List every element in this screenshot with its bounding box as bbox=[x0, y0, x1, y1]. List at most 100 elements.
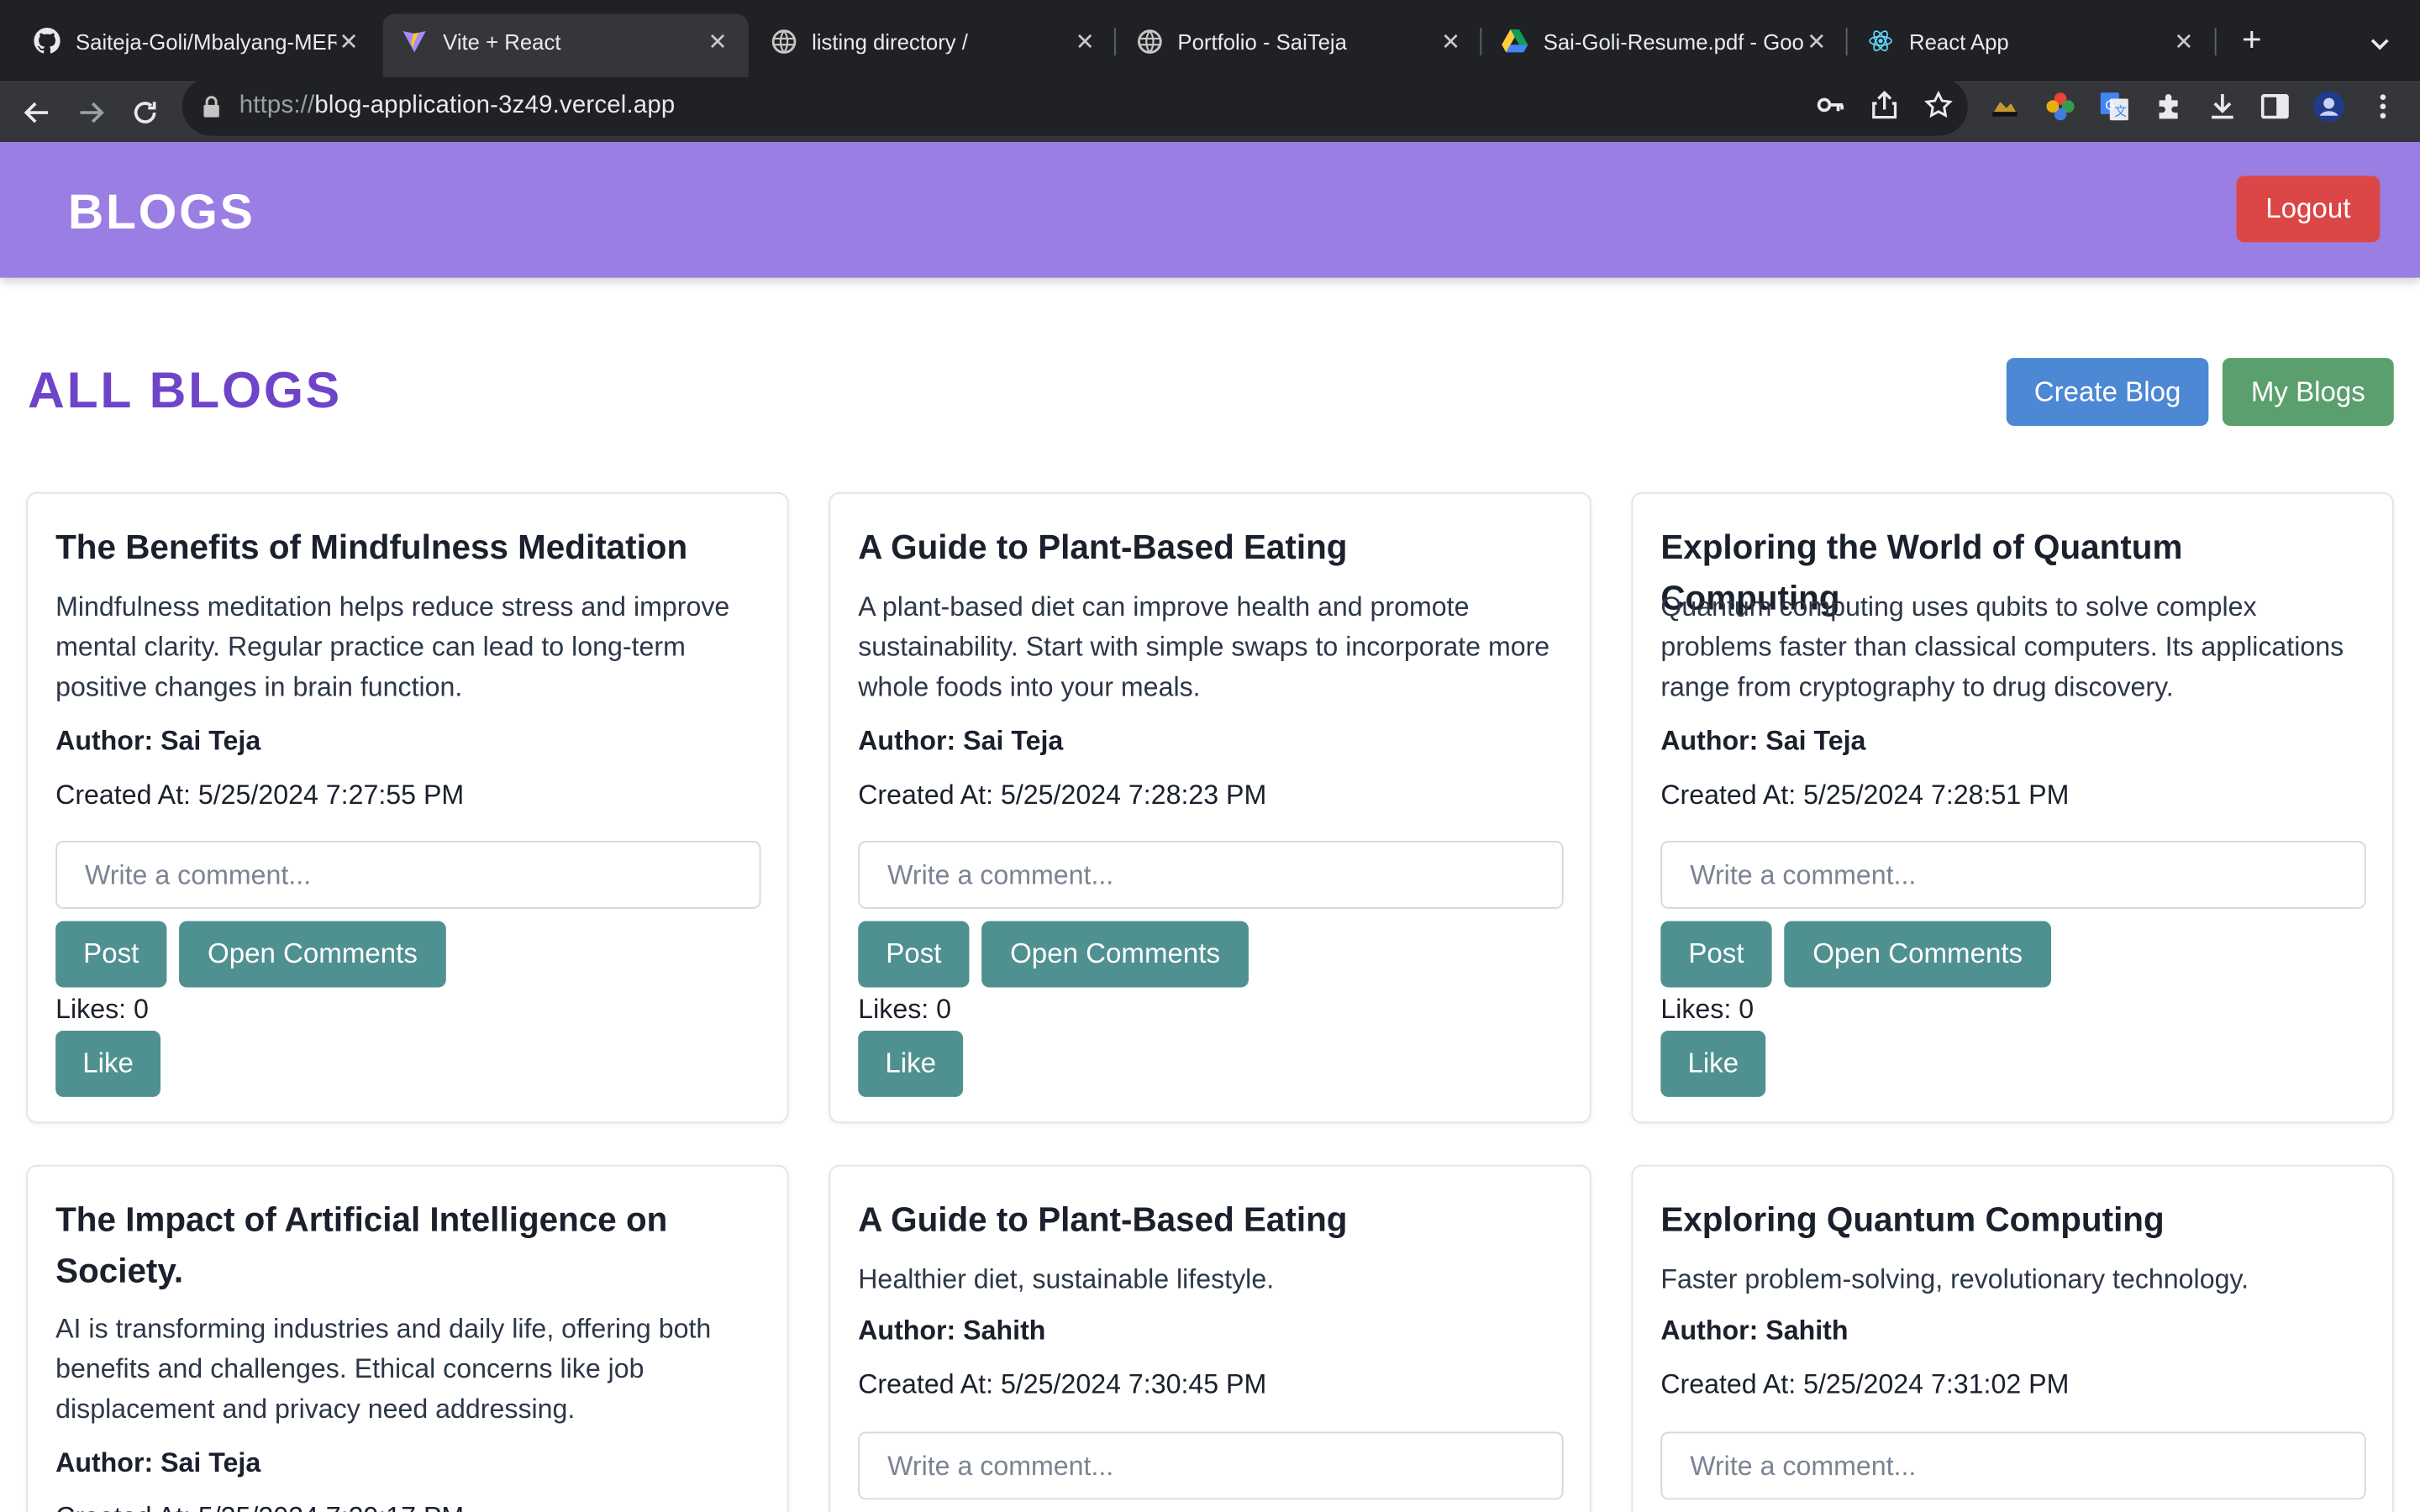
svg-text:G: G bbox=[2105, 98, 2114, 113]
tab-react-app[interactable]: React App ✕ bbox=[1849, 14, 2214, 68]
blog-content: Quantum computing uses qubits to solve c… bbox=[1660, 591, 2344, 702]
tab-title: React App bbox=[1909, 28, 2009, 54]
blog-title: The Impact of Artificial Intelligence on… bbox=[55, 1200, 668, 1290]
download-icon[interactable] bbox=[2206, 90, 2239, 123]
blog-created-at: Created At: 5/25/2024 7:31:02 PM bbox=[1660, 1368, 2070, 1399]
side-panel-icon[interactable] bbox=[2258, 90, 2291, 123]
comment-input[interactable] bbox=[1660, 841, 2366, 909]
comment-input[interactable] bbox=[1660, 1431, 2366, 1500]
brand-logo[interactable]: BLOGS bbox=[68, 184, 255, 241]
blog-content: A plant-based diet can improve health an… bbox=[858, 591, 1550, 702]
my-blogs-button[interactable]: My Blogs bbox=[2222, 358, 2394, 426]
like-button[interactable]: Like bbox=[55, 1030, 161, 1097]
blog-author: Author: Sahith bbox=[858, 1314, 1046, 1346]
blog-content: Mindfulness meditation helps reduce stre… bbox=[55, 591, 730, 702]
comment-input[interactable] bbox=[55, 841, 761, 909]
blog-created-at: Created At: 5/25/2024 7:30:45 PM bbox=[858, 1368, 1267, 1399]
blog-title: A Guide to Plant-Based Eating bbox=[858, 528, 1348, 567]
lock-icon[interactable] bbox=[201, 96, 223, 118]
post-comment-button[interactable]: Post bbox=[1660, 921, 1772, 988]
tab-vite-react[interactable]: Vite + React ✕ bbox=[382, 13, 749, 82]
back-arrow-icon[interactable] bbox=[20, 96, 54, 129]
blog-author: Author: Sai Teja bbox=[55, 725, 261, 756]
comment-input[interactable] bbox=[858, 841, 1564, 909]
url-scheme: https:// bbox=[239, 92, 315, 119]
extension-icon[interactable] bbox=[1988, 90, 2022, 123]
tab-listing-directory[interactable]: listing directory / ✕ bbox=[751, 14, 1115, 68]
new-tab-icon[interactable]: + bbox=[2233, 23, 2270, 60]
blog-content: AI is transforming industries and daily … bbox=[55, 1313, 712, 1425]
like-button[interactable]: Like bbox=[1660, 1030, 1766, 1097]
app-header: BLOGS Logout bbox=[0, 141, 2420, 278]
google-drive-icon bbox=[1502, 28, 1528, 54]
close-tab-icon[interactable]: ✕ bbox=[2171, 27, 2196, 55]
post-comment-button[interactable]: Post bbox=[858, 921, 970, 988]
close-tab-icon[interactable]: ✕ bbox=[1804, 27, 1828, 55]
likes-count: Likes: 0 bbox=[858, 993, 952, 1025]
vite-icon bbox=[402, 28, 428, 54]
tab-title: Sai-Goli-Resume.pdf - Google Drive bbox=[1543, 28, 1804, 54]
more-menu-icon[interactable] bbox=[2366, 90, 2400, 123]
create-blog-button[interactable]: Create Blog bbox=[2006, 358, 2209, 426]
blog-author: Author: Sahith bbox=[1660, 1314, 1849, 1346]
tab-separator bbox=[1480, 28, 1482, 56]
forward-arrow-icon[interactable] bbox=[74, 96, 108, 129]
tab-title: Vite + React bbox=[443, 28, 561, 54]
react-icon bbox=[1867, 28, 1893, 54]
page-title: ALL BLOGS bbox=[28, 360, 342, 418]
chevron-down-icon[interactable] bbox=[2363, 26, 2396, 60]
profile-avatar-icon[interactable] bbox=[2312, 90, 2345, 123]
tab-separator bbox=[2214, 28, 2217, 56]
likes-count: Likes: 0 bbox=[55, 993, 149, 1025]
blog-card: Exploring Quantum Computing Faster probl… bbox=[1631, 1164, 2394, 1512]
tab-portfolio[interactable]: Portfolio - SaiTeja ✕ bbox=[1118, 14, 1481, 68]
likes-count: Likes: 0 bbox=[1660, 993, 1754, 1025]
post-comment-button[interactable]: Post bbox=[55, 921, 167, 988]
open-comments-button[interactable]: Open Comments bbox=[179, 921, 446, 988]
url-host: blog-application-3z49.vercel.app bbox=[314, 92, 676, 119]
blog-content: Faster problem-solving, revolutionary te… bbox=[1660, 1263, 2249, 1295]
blog-created-at: Created At: 5/25/2024 7:28:23 PM bbox=[858, 779, 1267, 811]
tab-separator bbox=[1845, 28, 1848, 56]
google-translate-icon[interactable]: G文 bbox=[2097, 90, 2131, 123]
close-tab-icon[interactable]: ✕ bbox=[1073, 27, 1097, 55]
like-button[interactable]: Like bbox=[858, 1030, 964, 1097]
puzzle-extensions-icon[interactable] bbox=[2151, 90, 2185, 123]
open-comments-button[interactable]: Open Comments bbox=[1784, 921, 2052, 988]
blog-author: Author: Sai Teja bbox=[1660, 725, 1866, 756]
tab-github-repo[interactable]: Saiteja-Goli/Mbalyang-MERN ✕ bbox=[15, 14, 379, 68]
key-icon[interactable] bbox=[1815, 90, 1846, 121]
close-tab-icon[interactable]: ✕ bbox=[705, 27, 729, 55]
tab-resume-drive[interactable]: Sai-Goli-Resume.pdf - Google Drive ✕ bbox=[1483, 14, 1847, 68]
blog-title: The Benefits of Mindfulness Meditation bbox=[55, 528, 688, 567]
address-bar[interactable]: https://blog-application-3z49.vercel.app bbox=[182, 76, 1968, 136]
logout-button[interactable]: Logout bbox=[2236, 176, 2381, 243]
url-text: https://blog-application-3z49.vercel.app bbox=[239, 92, 676, 120]
color-picker-icon[interactable] bbox=[2044, 90, 2077, 123]
globe-icon bbox=[1136, 28, 1162, 54]
github-icon bbox=[34, 28, 60, 54]
blog-created-at: Created At: 5/25/2024 7:29:17 PM bbox=[55, 1501, 464, 1512]
close-tab-icon[interactable]: ✕ bbox=[1439, 27, 1463, 55]
blog-created-at: Created At: 5/25/2024 7:28:51 PM bbox=[1660, 779, 2070, 811]
screen: Saiteja-Goli/Mbalyang-MERN ✕ Vite + Reac… bbox=[0, 0, 2420, 1512]
comment-input[interactable] bbox=[858, 1431, 1564, 1500]
reload-icon[interactable] bbox=[128, 96, 161, 129]
open-comments-button[interactable]: Open Comments bbox=[981, 921, 1249, 988]
tab-title: Portfolio - SaiTeja bbox=[1177, 28, 1347, 54]
blog-card: A Guide to Plant-Based Eating Healthier … bbox=[829, 1164, 1591, 1512]
blog-card: A Guide to Plant-Based Eating A plant-ba… bbox=[829, 491, 1591, 1124]
blog-card: The Benefits of Mindfulness Meditation M… bbox=[26, 491, 789, 1124]
blog-card: Exploring the World of Quantum Computing… bbox=[1631, 491, 2394, 1124]
browser-tab-strip: Saiteja-Goli/Mbalyang-MERN ✕ Vite + Reac… bbox=[0, 0, 2420, 82]
blog-author: Author: Sai Teja bbox=[858, 725, 1064, 756]
blog-content: Healthier diet, sustainable lifestyle. bbox=[858, 1263, 1275, 1295]
bookmark-star-icon[interactable] bbox=[1923, 90, 1954, 121]
close-tab-icon[interactable]: ✕ bbox=[336, 27, 360, 55]
globe-icon bbox=[771, 28, 797, 54]
blog-created-at: Created At: 5/25/2024 7:27:55 PM bbox=[55, 779, 465, 811]
blog-author: Author: Sai Teja bbox=[55, 1446, 261, 1478]
blog-title: A Guide to Plant-Based Eating bbox=[858, 1200, 1348, 1239]
share-icon[interactable] bbox=[1869, 90, 1900, 121]
tab-separator bbox=[1114, 28, 1116, 56]
